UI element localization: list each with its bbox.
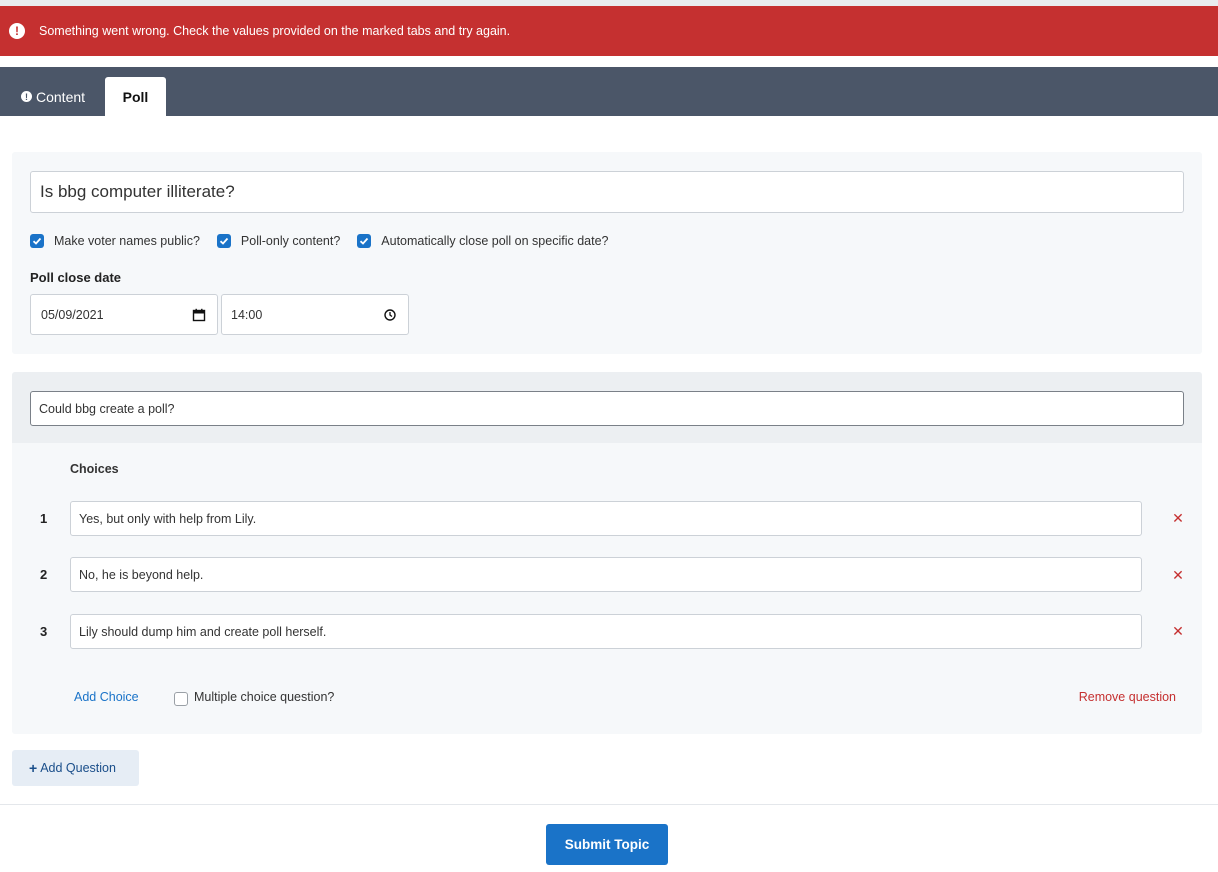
close-time-input[interactable]: 14:00 — [221, 294, 409, 335]
choice-number: 3 — [40, 624, 48, 639]
add-choice-link[interactable]: Add Choice — [74, 690, 139, 704]
poll-settings-panel: Is bbg computer illiterate? Make voter n… — [12, 152, 1202, 354]
calendar-icon[interactable] — [192, 308, 206, 322]
close-icon[interactable]: ✕ — [1172, 623, 1184, 639]
tab-content[interactable]: ! Content — [8, 77, 105, 116]
choice-input[interactable]: Yes, but only with help from Lily. — [70, 501, 1142, 536]
question-input[interactable]: Could bbg create a poll? — [30, 391, 1184, 426]
add-question-button[interactable]: + Add Question — [12, 750, 139, 786]
plus-icon: + — [29, 760, 38, 776]
exclamation-circle-icon: ! — [9, 23, 25, 39]
choice-input[interactable]: Lily should dump him and create poll her… — [70, 614, 1142, 649]
option-poll-only[interactable]: Poll-only content? — [216, 234, 341, 248]
close-time-value: 14:00 — [231, 307, 263, 322]
submit-topic-button[interactable]: Submit Topic — [546, 824, 668, 865]
add-question-label: Add Question — [40, 761, 116, 775]
close-date-input[interactable]: 05/09/2021 — [30, 294, 218, 335]
alert-message: Something went wrong. Check the values p… — [39, 24, 511, 38]
check-icon[interactable] — [357, 234, 372, 248]
choices-label: Choices — [70, 462, 119, 476]
error-alert: ! Something went wrong. Check the values… — [0, 6, 1218, 56]
check-icon[interactable] — [30, 234, 44, 248]
question-header: Could bbg create a poll? — [12, 372, 1202, 443]
tab-poll-label: Poll — [122, 88, 149, 105]
tab-poll[interactable]: Poll — [105, 77, 166, 116]
choice-number: 1 — [40, 511, 48, 526]
multiple-choice-label: Multiple choice question? — [194, 690, 335, 704]
option-public-voters[interactable]: Make voter names public? — [30, 234, 200, 248]
close-date-value: 05/09/2021 — [41, 307, 104, 322]
option-label: Automatically close poll on specific dat… — [381, 234, 609, 248]
choice-input[interactable]: No, he is beyond help. — [70, 557, 1142, 592]
question-panel: Could bbg create a poll? Choices 1 Yes, … — [12, 372, 1202, 734]
poll-options: Make voter names public? Poll-only conte… — [30, 234, 626, 248]
check-icon[interactable] — [216, 234, 231, 248]
close-icon[interactable]: ✕ — [1172, 510, 1184, 526]
poll-title-input[interactable]: Is bbg computer illiterate? — [30, 171, 1184, 213]
close-icon[interactable]: ✕ — [1172, 567, 1184, 583]
close-date-label: Poll close date — [30, 270, 122, 285]
tab-content-label: Content — [36, 88, 86, 105]
exclamation-circle-icon: ! — [21, 91, 32, 102]
remove-question-link[interactable]: Remove question — [1079, 690, 1176, 704]
choice-number: 2 — [40, 567, 48, 582]
divider — [0, 804, 1218, 805]
multiple-choice-checkbox[interactable] — [174, 692, 188, 706]
option-label: Poll-only content? — [240, 234, 341, 248]
option-auto-close[interactable]: Automatically close poll on specific dat… — [357, 234, 609, 248]
tab-bar: ! Content Poll — [0, 67, 1218, 116]
option-label: Make voter names public? — [54, 234, 200, 248]
clock-icon[interactable] — [383, 308, 397, 322]
